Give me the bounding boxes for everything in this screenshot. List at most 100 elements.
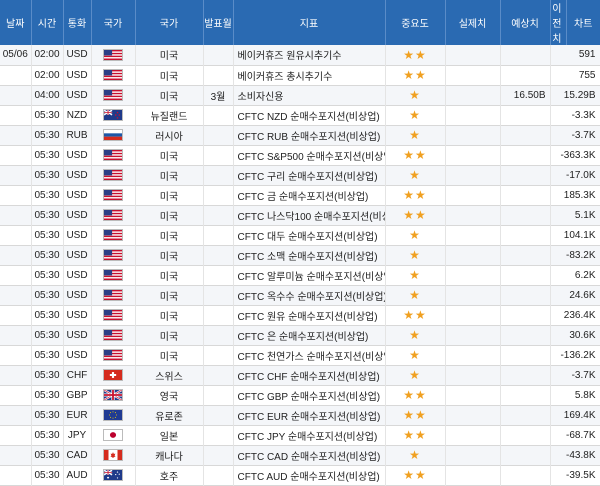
- header-chart[interactable]: 차트: [566, 0, 600, 45]
- indicator-cell[interactable]: CFTC 알루미늄 순매수포지션(비상업): [233, 265, 386, 285]
- country-cell: 미국: [135, 45, 204, 65]
- header-country[interactable]: 국가: [135, 0, 204, 45]
- forecast-cell: [500, 265, 551, 285]
- table-row[interactable]: 05:30 USD 미국 CFTC S&P500 순매수포지션(비상업) ★★ -363.…: [0, 145, 600, 165]
- us-flag-icon: [103, 289, 123, 301]
- time-cell: 05:30: [31, 385, 64, 405]
- indicator-cell[interactable]: CFTC NZD 순매수포지션(비상업): [233, 105, 386, 125]
- indicator-cell[interactable]: 베이커휴즈 원유시추기수: [233, 45, 386, 65]
- previous-cell: -3.7K: [550, 365, 600, 385]
- indicator-cell[interactable]: CFTC 구리 순매수포지션(비상업): [233, 165, 386, 185]
- table-row[interactable]: 05:30 USD 미국 CFTC 대두 순매수포지션(비상업) ★ 104.1K: [0, 225, 600, 245]
- table-row[interactable]: 05:30 AUD 호주 CFTC AUD 순매수포지션(비상업) ★★ -39.5K: [0, 465, 600, 485]
- date-cell: [0, 165, 32, 185]
- indicator-cell[interactable]: CFTC 소맥 순매수포지션(비상업): [233, 245, 386, 265]
- importance-cell: ★★: [385, 185, 446, 205]
- indicator-cell[interactable]: 소비자신용: [233, 85, 386, 105]
- indicator-cell[interactable]: CFTC GBP 순매수포지션(비상업): [233, 385, 386, 405]
- indicator-cell[interactable]: CFTC AUD 순매수포지션(비상업): [233, 465, 386, 485]
- indicator-cell[interactable]: CFTC CHF 순매수포지션(비상업): [233, 365, 386, 385]
- header-date[interactable]: 날짜: [0, 0, 32, 45]
- indicator-cell[interactable]: CFTC EUR 순매수포지션(비상업): [233, 405, 386, 425]
- indicator-cell[interactable]: CFTC 나스닥100 순매수포지션(비상업): [233, 205, 386, 225]
- header-importance[interactable]: 중요도: [385, 0, 446, 45]
- currency-cell: USD: [63, 225, 92, 245]
- currency-cell: USD: [63, 165, 92, 185]
- forecast-cell: [500, 465, 551, 485]
- table-row[interactable]: 05:30 USD 미국 CFTC 은 순매수포지션(비상업) ★ 30.6K: [0, 325, 600, 345]
- previous-cell: -3.3K: [550, 105, 600, 125]
- release-month-cell: [203, 325, 234, 345]
- header-release-month[interactable]: 발표월: [203, 0, 234, 45]
- importance-stars-icon: ★★: [403, 208, 427, 222]
- country-cell: 미국: [135, 85, 204, 105]
- indicator-cell[interactable]: CFTC 금 순매수포지션(비상업): [233, 185, 386, 205]
- table-row[interactable]: 05:30 USD 미국 CFTC 천연가스 순매수포지션(비상업) ★ -136.2K: [0, 345, 600, 365]
- indicator-cell[interactable]: CFTC 천연가스 순매수포지션(비상업): [233, 345, 386, 365]
- previous-cell: 185.3K: [550, 185, 600, 205]
- header-indicator[interactable]: 지표: [233, 0, 386, 45]
- header-currency[interactable]: 통화: [63, 0, 92, 45]
- importance-stars-icon: ★★: [403, 188, 427, 202]
- previous-cell: -43.8K: [550, 445, 600, 465]
- indicator-cell[interactable]: CFTC 은 순매수포지션(비상업): [233, 325, 386, 345]
- table-row[interactable]: 05:30 GBP 영국 CFTC GBP 순매수포지션(비상업) ★★ 5.8K: [0, 385, 600, 405]
- flag-cell: [91, 285, 136, 305]
- table-header: 날짜 시간 통화 국가 국가 발표월 지표 중요도 실제치 예상치 이전치 차트: [0, 0, 600, 45]
- table-row[interactable]: 05:30 USD 미국 CFTC 알루미늄 순매수포지션(비상업) ★ 6.2K: [0, 265, 600, 285]
- time-cell: 05:30: [31, 325, 64, 345]
- previous-cell: -17.0K: [550, 165, 600, 185]
- indicator-cell[interactable]: CFTC S&P500 순매수포지션(비상업): [233, 145, 386, 165]
- indicator-cell[interactable]: CFTC JPY 순매수포지션(비상업): [233, 425, 386, 445]
- table-row[interactable]: 05:30 USD 미국 CFTC 구리 순매수포지션(비상업) ★ -17.0K: [0, 165, 600, 185]
- table-row[interactable]: 05:30 USD 미국 CFTC 옥수수 순매수포지션(비상업) ★ 24.6K: [0, 285, 600, 305]
- table-row[interactable]: 05:30 NZD 뉴질랜드 CFTC NZD 순매수포지션(비상업) ★ -3.3K: [0, 105, 600, 125]
- forecast-cell: [500, 45, 551, 65]
- table-row[interactable]: 05:30 USD 미국 CFTC 소맥 순매수포지션(비상업) ★ -83.2K: [0, 245, 600, 265]
- forecast-cell: [500, 445, 551, 465]
- currency-cell: USD: [63, 245, 92, 265]
- indicator-cell[interactable]: CFTC 대두 순매수포지션(비상업): [233, 225, 386, 245]
- table-row[interactable]: 05:30 CAD 캐나다 CFTC CAD 순매수포지션(비상업) ★ -43.8K: [0, 445, 600, 465]
- actual-cell: [445, 265, 501, 285]
- indicator-cell[interactable]: CFTC CAD 순매수포지션(비상업): [233, 445, 386, 465]
- indicator-cell[interactable]: 베이커휴즈 총시추기수: [233, 65, 386, 85]
- header-time[interactable]: 시간: [31, 0, 64, 45]
- country-cell: 러시아: [135, 125, 204, 145]
- actual-cell: [445, 425, 501, 445]
- importance-stars-icon: ★: [409, 248, 421, 262]
- header-forecast[interactable]: 예상치: [500, 0, 551, 45]
- table-row[interactable]: 05:30USD 미국 CFTC 나스닥100 순매수포지션(비상업) ★★ 5.1K: [0, 205, 600, 225]
- forecast-cell: [500, 185, 551, 205]
- header-actual[interactable]: 실제치: [445, 0, 501, 45]
- indicator-cell[interactable]: CFTC 옥수수 순매수포지션(비상업): [233, 285, 386, 305]
- country-cell: 미국: [135, 305, 204, 325]
- release-month-cell: [203, 385, 234, 405]
- actual-cell: [445, 185, 501, 205]
- country-cell: 미국: [135, 245, 204, 265]
- flag-cell: [91, 325, 136, 345]
- indicator-cell[interactable]: CFTC 원유 순매수포지션(비상업): [233, 305, 386, 325]
- currency-cell: USD: [63, 65, 92, 85]
- table-row[interactable]: 02:00 USD 미국 베이커휴즈 총시추기수 ★★ 755: [0, 65, 600, 85]
- header-country-flag[interactable]: 국가: [91, 0, 136, 45]
- table-row[interactable]: 05/06 02:00 USD 미국 베이커휴즈 원유시추기수 ★★ 591: [0, 45, 600, 65]
- currency-cell: USD: [63, 345, 92, 365]
- time-cell: 05:30: [31, 445, 64, 465]
- table-row[interactable]: 05:30 USD 미국 CFTC 원유 순매수포지션(비상업) ★★ 236.4K: [0, 305, 600, 325]
- table-row[interactable]: 05:30 RUB 러시아 CFTC RUB 순매수포지션(비상업) ★ -3.7K: [0, 125, 600, 145]
- table-row[interactable]: 05:30 JPY 일본 CFTC JPY 순매수포지션(비상업) ★★ -68.7K: [0, 425, 600, 445]
- previous-cell: 236.4K: [550, 305, 600, 325]
- table-row[interactable]: 05:30 USD 미국 CFTC 금 순매수포지션(비상업) ★★ 185.3K: [0, 185, 600, 205]
- table-row[interactable]: 05:30 EUR 유로존 CFTC EUR 순매수포지션(비상업) ★★ 169.4K: [0, 405, 600, 425]
- previous-cell: 5.1K: [550, 205, 600, 225]
- table-row[interactable]: 04:00 USD 미국 3월 소비자신용 ★ 16.50B 15.29B: [0, 85, 600, 105]
- actual-cell: [445, 65, 501, 85]
- actual-cell: [445, 365, 501, 385]
- indicator-cell[interactable]: CFTC RUB 순매수포지션(비상업): [233, 125, 386, 145]
- table-row[interactable]: 05:30 CHF 스위스 CFTC CHF 순매수포지션(비상업) ★ -3.7K: [0, 365, 600, 385]
- importance-cell: ★★: [385, 305, 446, 325]
- country-cell: 호주: [135, 465, 204, 485]
- time-cell: 05:30: [31, 205, 64, 225]
- header-previous[interactable]: 이전치: [550, 0, 567, 45]
